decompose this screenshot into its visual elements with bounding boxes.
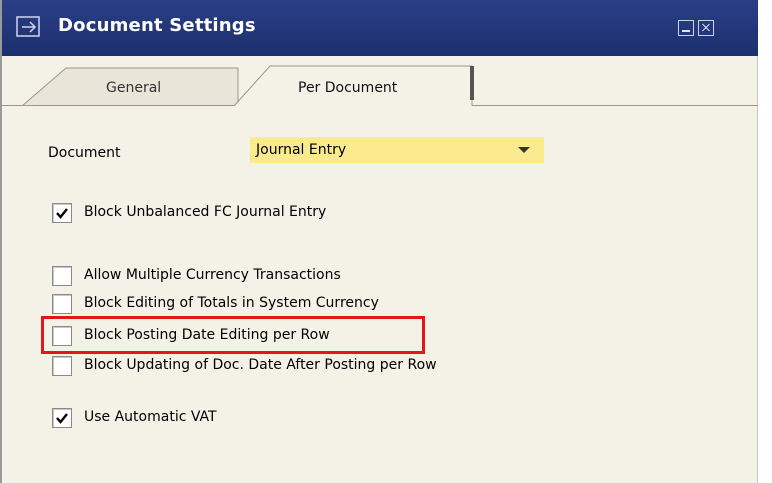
checkbox-allow-multiple-currency[interactable]: [52, 266, 72, 286]
checkbox-label: Block Updating of Doc. Date After Postin…: [84, 357, 437, 373]
checkbox-label: Block Editing of Totals in System Curren…: [84, 295, 379, 311]
tab-general[interactable]: General: [106, 80, 161, 96]
document-settings-icon: [16, 16, 40, 37]
checkbox-block-unbalanced-fc[interactable]: [52, 203, 72, 223]
checkmark-icon: [56, 413, 68, 424]
window-title: Document Settings: [58, 15, 256, 36]
checkbox-block-updating-doc-date[interactable]: [52, 356, 72, 376]
document-dropdown[interactable]: Journal Entry: [250, 137, 544, 163]
checkbox-block-editing-totals[interactable]: [52, 294, 72, 314]
tab-per-document[interactable]: Per Document: [298, 80, 397, 96]
minimize-icon[interactable]: [678, 20, 694, 36]
title-bar[interactable]: Document Settings: [2, 0, 758, 56]
checkmark-icon: [56, 208, 68, 219]
document-settings-window: Document Settings General Per Document D…: [0, 0, 758, 483]
checkbox-label: Allow Multiple Currency Transactions: [84, 267, 341, 283]
tab-bar: General Per Document: [2, 56, 758, 106]
close-icon[interactable]: [698, 20, 714, 36]
checkbox-label: Block Unbalanced FC Journal Entry: [84, 204, 327, 220]
checkbox-use-automatic-vat[interactable]: [52, 408, 72, 428]
checkbox-label: Use Automatic VAT: [84, 409, 217, 425]
document-dropdown-value: Journal Entry: [256, 142, 347, 158]
highlight-box: [41, 316, 425, 354]
chevron-down-icon[interactable]: [518, 147, 530, 153]
document-field-label: Document: [48, 145, 121, 161]
